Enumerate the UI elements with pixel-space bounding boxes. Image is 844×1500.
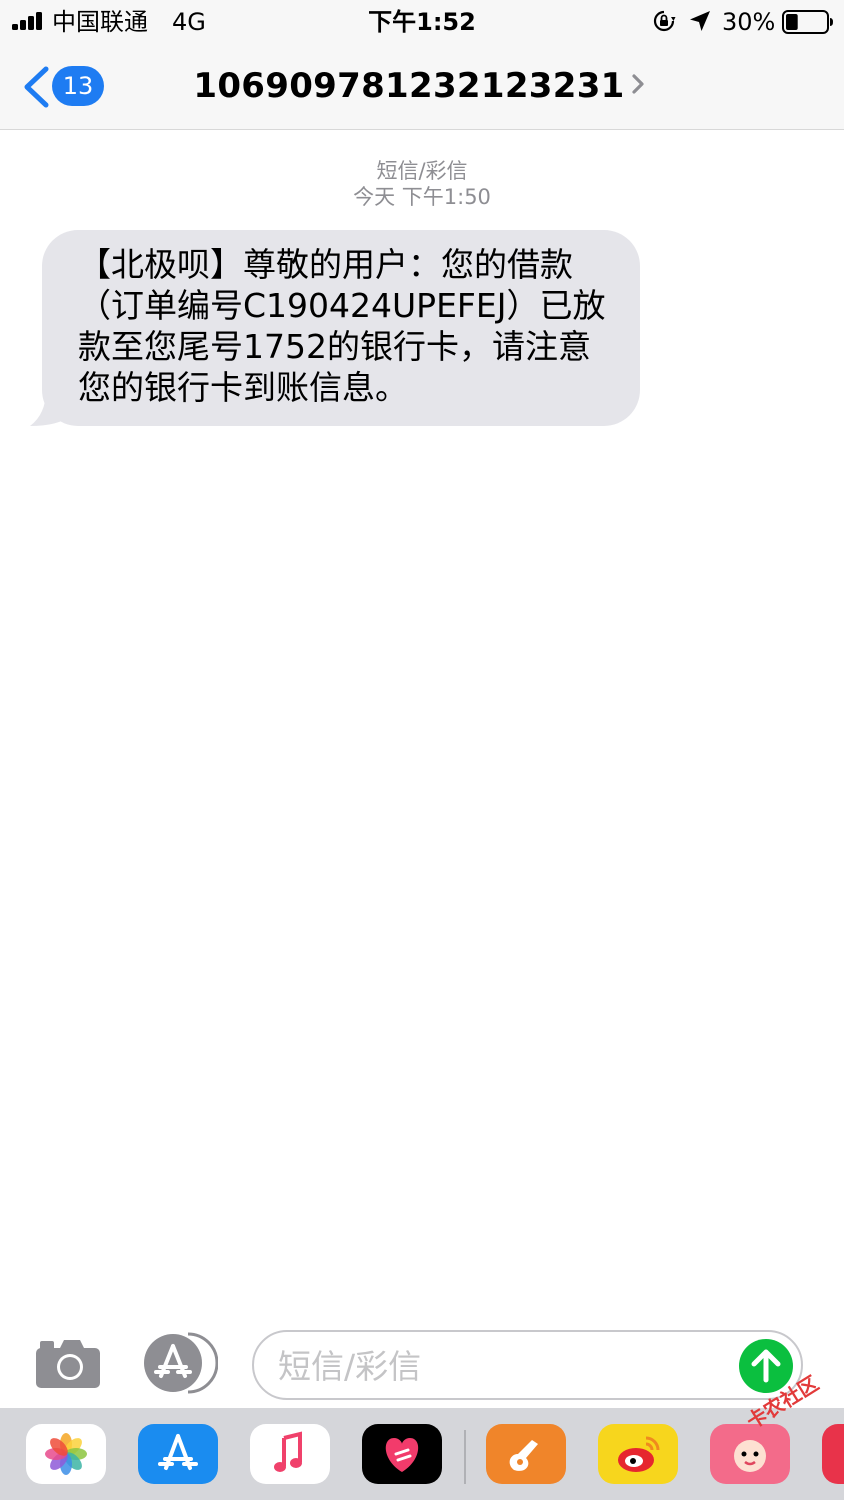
app-store-button[interactable] <box>142 1332 219 1394</box>
message-compose-field[interactable] <box>252 1330 803 1400</box>
message-timestamp: 今天 下午1:50 <box>353 185 491 209</box>
message-input[interactable] <box>278 1342 738 1390</box>
camera-icon <box>36 1340 100 1388</box>
music-app-icon[interactable] <box>250 1424 330 1484</box>
partial-app-icon[interactable] <box>822 1424 844 1484</box>
message-text: 【北极呗】尊敬的用户：您的借款 （订单编号C190424UPEFEJ）已放 款至… <box>42 230 640 426</box>
baby-app-icon[interactable] <box>710 1424 790 1484</box>
message-line: （订单编号C190424UPEFEJ）已放 <box>78 286 606 325</box>
message-bubble[interactable]: 【北极呗】尊敬的用户：您的借款 （订单编号C190424UPEFEJ）已放 款至… <box>30 230 642 428</box>
app-store-icon <box>144 1332 219 1394</box>
message-type-label: 短信/彩信 <box>376 159 468 183</box>
contact-header[interactable]: 106909781232123231 <box>0 66 844 106</box>
photos-app-icon[interactable] <box>26 1424 106 1484</box>
camera-button[interactable] <box>34 1336 102 1390</box>
drawer-divider <box>464 1430 466 1484</box>
digital-touch-app-icon[interactable] <box>362 1424 442 1484</box>
weibo-app-icon[interactable] <box>598 1424 678 1484</box>
navigation-bar: 13 106909781232123231 <box>0 44 844 130</box>
orientation-lock-icon <box>653 10 676 32</box>
contact-number: 106909781232123231 <box>193 66 625 106</box>
chevron-right-icon <box>632 74 644 94</box>
message-line: 【北极呗】尊敬的用户：您的借款 <box>78 245 573 284</box>
garageband-app-icon[interactable] <box>486 1424 566 1484</box>
status-time: 下午1:52 <box>368 8 476 36</box>
location-arrow-icon <box>690 11 710 31</box>
message-line: 您的银行卡到账信息。 <box>78 368 408 407</box>
battery-icon <box>782 10 833 34</box>
message-line: 款至您尾号1752的银行卡，请注意 <box>78 327 591 366</box>
status-bar: 中国联通 4G 下午1:52 30% <box>0 0 844 44</box>
app-drawer <box>0 1408 844 1500</box>
app-store-app-icon[interactable] <box>138 1424 218 1484</box>
battery-percent: 30% <box>722 8 776 36</box>
